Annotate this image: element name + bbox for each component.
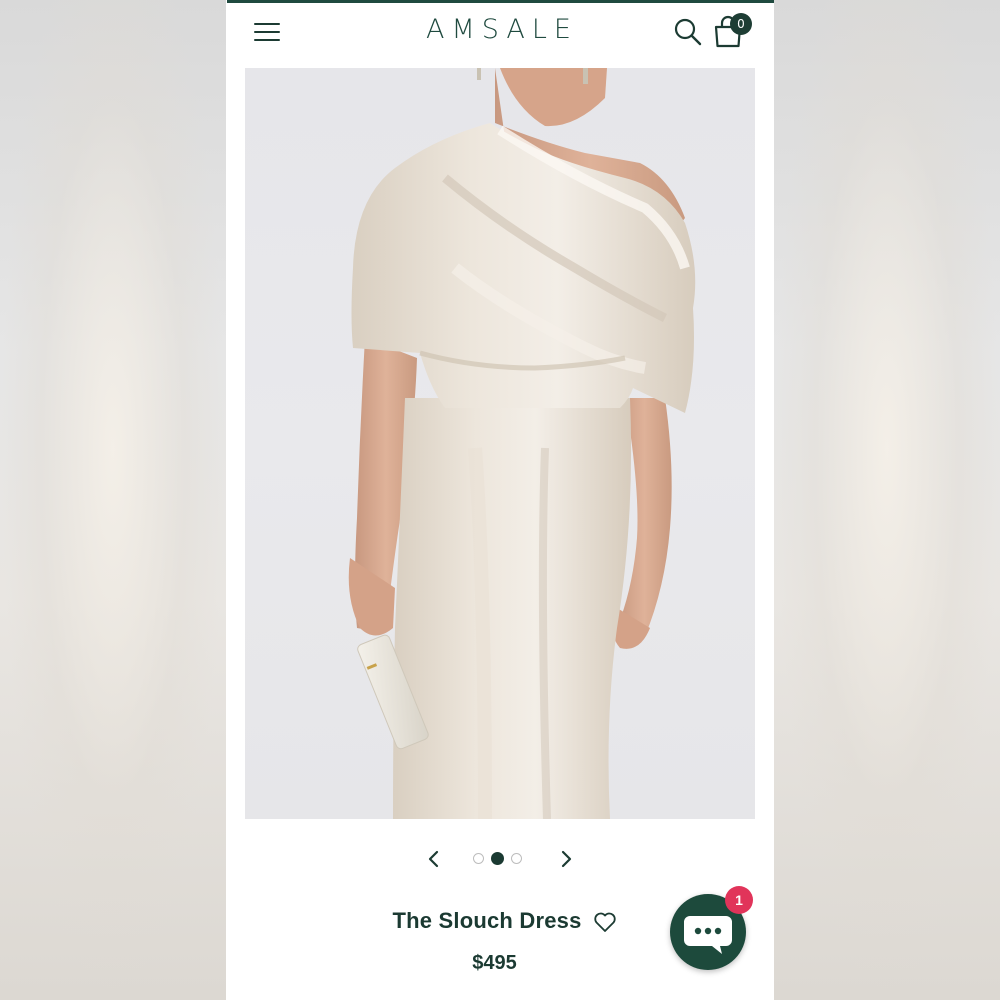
carousel-dot-3[interactable] [511, 853, 522, 864]
hamburger-menu-icon [254, 31, 280, 33]
search-icon [674, 18, 702, 46]
carousel-dots [473, 852, 529, 867]
hamburger-menu-icon [254, 39, 280, 41]
dress-photo [348, 68, 696, 819]
chat-notification-badge: 1 [725, 886, 753, 914]
chevron-right-icon [561, 850, 572, 868]
heart-icon [594, 912, 616, 932]
menu-button[interactable] [251, 17, 283, 45]
mobile-page: AMSALE 0 The Slouch Dress $495 1 [227, 0, 774, 1000]
wishlist-button[interactable] [593, 911, 617, 933]
product-image[interactable] [245, 68, 755, 819]
carousel-dot-2[interactable] [491, 852, 504, 865]
carousel-dot-1[interactable] [473, 853, 484, 864]
cart-count-badge: 0 [730, 13, 752, 35]
hamburger-menu-icon [254, 23, 280, 25]
brand-logo[interactable]: AMSALE [377, 14, 627, 45]
image-carousel-controls [227, 844, 774, 874]
site-header: AMSALE 0 [227, 0, 774, 65]
carousel-next-button[interactable] [555, 848, 577, 870]
cart-button[interactable]: 0 [711, 13, 755, 49]
carousel-prev-button[interactable] [423, 848, 445, 870]
product-title: The Slouch Dress [392, 908, 582, 933]
background-blur-left [0, 0, 226, 1000]
background-blur-right [774, 0, 1000, 1000]
search-button[interactable] [673, 17, 703, 47]
chevron-left-icon [428, 850, 439, 868]
